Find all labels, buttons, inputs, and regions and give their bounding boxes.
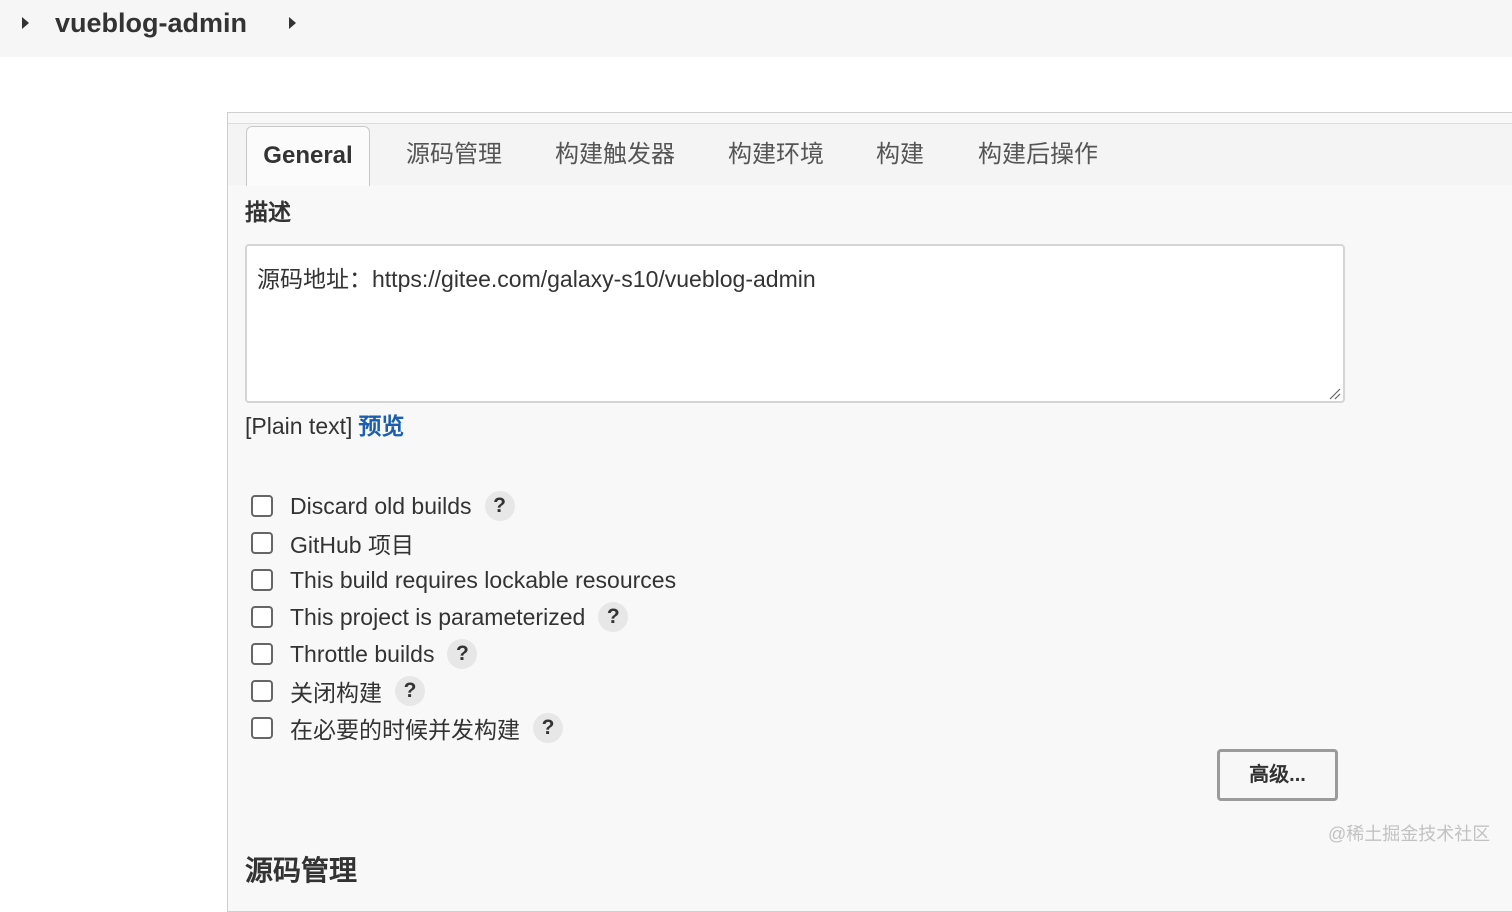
breadcrumb-project-link[interactable]: vueblog-admin xyxy=(55,8,247,39)
help-icon[interactable]: ? xyxy=(484,491,515,521)
option-throttle-builds: Throttle builds ? xyxy=(251,639,478,669)
help-icon[interactable]: ? xyxy=(533,713,563,743)
breadcrumb-menu-icon[interactable] xyxy=(289,17,296,29)
config-tabbar: General 源码管理 构建触发器 构建环境 构建 构建后操作 xyxy=(228,123,1512,186)
help-icon[interactable]: ? xyxy=(447,639,478,669)
format-text: [Plain text] xyxy=(245,413,353,439)
breadcrumb: vueblog-admin xyxy=(0,0,1512,57)
checkbox[interactable] xyxy=(251,717,273,739)
resize-handle-icon[interactable] xyxy=(1329,388,1341,400)
checkbox[interactable] xyxy=(251,495,273,517)
description-textarea[interactable]: 源码地址：https://gitee.com/galaxy-s10/vueblo… xyxy=(245,244,1345,403)
breadcrumb-expand-icon[interactable] xyxy=(22,17,29,29)
checkbox[interactable] xyxy=(251,606,273,628)
job-config-panel: General 源码管理 构建触发器 构建环境 构建 构建后操作 描述 源码地址… xyxy=(227,112,1512,912)
tab-general[interactable]: General xyxy=(246,126,370,186)
help-icon[interactable]: ? xyxy=(395,676,425,706)
description-label: 描述 xyxy=(245,199,291,225)
option-label[interactable]: 在必要的时候并发构建 xyxy=(290,711,520,745)
option-github-project: GitHub 项目 xyxy=(251,528,414,558)
tab-build-environment[interactable]: 构建环境 xyxy=(728,124,824,185)
option-label[interactable]: Throttle builds xyxy=(290,641,434,668)
tab-build[interactable]: 构建 xyxy=(876,124,924,185)
option-discard-old-builds: Discard old builds ? xyxy=(251,491,515,521)
tab-build-triggers[interactable]: 构建触发器 xyxy=(555,124,675,185)
help-icon[interactable]: ? xyxy=(598,602,629,632)
checkbox[interactable] xyxy=(251,643,273,665)
option-label[interactable]: 关闭构建 xyxy=(290,674,382,708)
tab-post-build[interactable]: 构建后操作 xyxy=(978,124,1098,185)
advanced-button[interactable]: 高级... xyxy=(1217,749,1338,801)
option-label[interactable]: This build requires lockable resources xyxy=(290,567,676,594)
option-parameterized: This project is parameterized ? xyxy=(251,602,629,632)
checkbox[interactable] xyxy=(251,532,273,554)
option-lockable-resources: This build requires lockable resources xyxy=(251,565,676,595)
tab-scm[interactable]: 源码管理 xyxy=(406,124,502,185)
checkbox[interactable] xyxy=(251,569,273,591)
option-disable-build: 关闭构建 ? xyxy=(251,676,425,706)
scm-section-heading: 源码管理 xyxy=(245,855,358,886)
preview-link[interactable]: 预览 xyxy=(358,413,404,439)
option-label[interactable]: Discard old builds xyxy=(290,493,472,520)
watermark: @稀土掘金技术社区 xyxy=(1328,824,1491,844)
checkbox[interactable] xyxy=(251,680,273,702)
option-label[interactable]: GitHub 项目 xyxy=(290,526,414,560)
option-label[interactable]: This project is parameterized xyxy=(290,604,585,631)
format-row: [Plain text] 预览 xyxy=(245,407,404,441)
option-concurrent-builds: 在必要的时候并发构建 ? xyxy=(251,713,563,743)
